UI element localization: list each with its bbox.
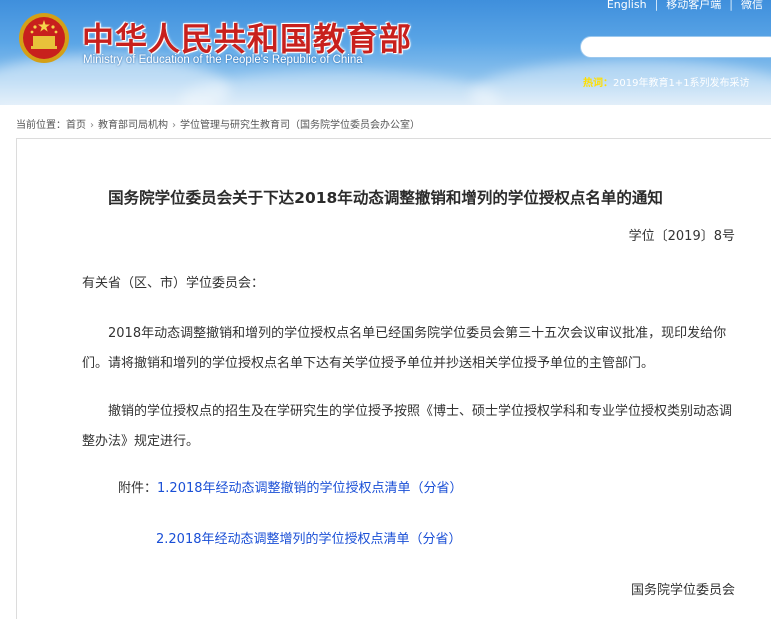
- attachment-link-added[interactable]: 2.2018年经动态调整增列的学位授权点清单（分省）: [156, 532, 462, 547]
- attachment-line: 附件：1.2018年经动态调整撤销的学位授权点清单（分省）: [118, 474, 771, 504]
- attachment-link-revoked[interactable]: 1.2018年经动态调整撤销的学位授权点清单（分省）: [157, 481, 463, 496]
- breadcrumb-departments[interactable]: 教育部司局机构: [98, 120, 168, 131]
- document-title: 国务院学位委员会关于下达2018年动态调整撤销和增列的学位授权点名单的通知: [108, 189, 663, 207]
- header-cloud: [180, 70, 500, 105]
- document-number: 学位〔2019〕8号: [628, 229, 735, 244]
- top-link-mobile[interactable]: 移动客户端: [658, 0, 729, 11]
- document-paragraph: 2018年动态调整撤销和增列的学位授权点名单已经国务院学位委员会第三十五次会议审…: [82, 326, 727, 371]
- attachments-label: 附件：: [118, 481, 158, 496]
- hot-word-link[interactable]: 2019年教育1+1系列发布采访: [613, 78, 750, 89]
- hot-words: 热词：2019年教育1+1系列发布采访: [583, 74, 750, 89]
- search-input[interactable]: [580, 36, 771, 58]
- document-salutation: 有关省（区、市）学位委员会：: [82, 276, 265, 291]
- top-links: English | 移动客户端 | 微信: [599, 0, 771, 12]
- top-link-wechat[interactable]: 微信: [733, 0, 771, 11]
- site-subtitle-english: Ministry of Education of the People's Re…: [83, 54, 363, 66]
- national-emblem-icon[interactable]: [18, 12, 70, 64]
- attachment-line: 2.2018年经动态调整增列的学位授权点清单（分省）: [156, 525, 771, 555]
- top-link-english[interactable]: English: [599, 0, 655, 11]
- breadcrumb-prefix: 当前位置：: [16, 120, 66, 131]
- site-header: 中华人民共和国教育部 Ministry of Education of the …: [0, 0, 771, 105]
- document-signature: 国务院学位委员会: [630, 583, 735, 598]
- breadcrumb-separator-icon: ›: [172, 120, 176, 131]
- breadcrumb: 当前位置：首页 › 教育部司局机构 › 学位管理与研究生教育司（国务院学位委员会办公室）: [16, 116, 420, 131]
- breadcrumb-degree-office[interactable]: 学位管理与研究生教育司（国务院学位委员会办公室）: [180, 120, 420, 131]
- document-paragraph: 撤销的学位授权点的招生及在学研究生的学位授予按照《博士、硕士学位授权学科和专业学…: [82, 404, 733, 449]
- breadcrumb-separator-icon: ›: [90, 120, 94, 131]
- hot-words-label: 热词：: [583, 78, 613, 89]
- breadcrumb-home[interactable]: 首页: [66, 120, 86, 131]
